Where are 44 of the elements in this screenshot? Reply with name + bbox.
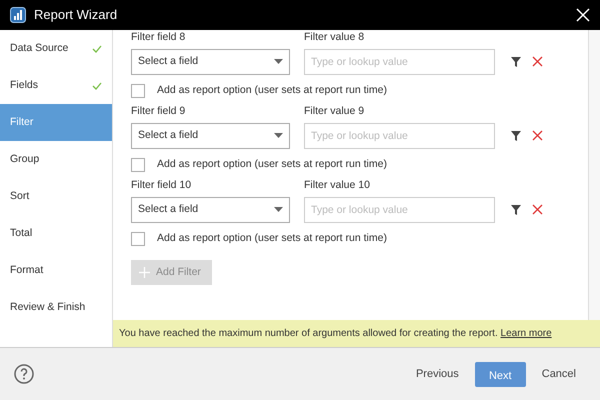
remove-icon[interactable] (532, 56, 543, 68)
checkbox[interactable] (131, 158, 145, 172)
learn-more-link[interactable]: Learn more (500, 328, 552, 339)
field-dropdown[interactable]: Select a field (131, 196, 290, 223)
value-label: Filter value 8 (304, 30, 366, 45)
remove-icon[interactable] (532, 130, 543, 142)
sidebar-item[interactable]: Total (0, 215, 112, 252)
sidebar-item[interactable]: Data Source (0, 30, 112, 67)
sidebar-item[interactable]: Sort (0, 178, 112, 215)
value-input[interactable]: Type or lookup value (304, 48, 495, 75)
value-input[interactable]: Type or lookup value (304, 196, 495, 223)
checkbox-label: Add as report option (user sets at report run time) (157, 82, 387, 98)
window-title: Report Wizard (34, 6, 118, 24)
checkbox[interactable] (131, 84, 145, 98)
checkbox-label: Add as report option (user sets at report run time) (157, 156, 387, 172)
value-label: Filter value 9 (304, 104, 366, 119)
footer-button[interactable]: Cancel (532, 360, 586, 388)
help-icon[interactable] (14, 364, 34, 384)
funnel-icon[interactable] (511, 204, 521, 215)
footer-button[interactable]: Previous (406, 360, 469, 388)
value-label: Filter value 10 (304, 178, 371, 193)
checkbox-label: Add as report option (user sets at report run time) (157, 230, 387, 246)
sidebar-item[interactable]: Fields (0, 67, 112, 104)
field-label: Filter field 10 (131, 178, 192, 193)
funnel-icon[interactable] (511, 56, 521, 67)
caret-icon (274, 207, 283, 212)
checkbox[interactable] (131, 232, 145, 246)
funnel-icon[interactable] (511, 130, 521, 141)
field-dropdown[interactable]: Select a field (131, 48, 290, 75)
field-label: Filter field 8 (131, 30, 186, 45)
field-dropdown[interactable]: Select a field (131, 122, 290, 149)
sidebar-item[interactable]: Review & Finish (0, 289, 112, 326)
sidebar-item[interactable]: Group (0, 141, 112, 178)
sidebar-item[interactable]: Format (0, 252, 112, 289)
plus-icon (139, 267, 150, 278)
scrollbar[interactable] (588, 30, 600, 320)
field-label: Filter field 9 (131, 104, 186, 119)
app-logo-icon (10, 7, 26, 23)
remove-icon[interactable] (532, 204, 543, 216)
caret-icon (274, 133, 283, 138)
caret-icon (274, 59, 283, 64)
value-input[interactable]: Type or lookup value (304, 122, 495, 149)
notice-text: You have reached the maximum number of arguments allowed for creating the report. Learn more (119, 327, 552, 341)
close-icon[interactable] (576, 8, 590, 22)
